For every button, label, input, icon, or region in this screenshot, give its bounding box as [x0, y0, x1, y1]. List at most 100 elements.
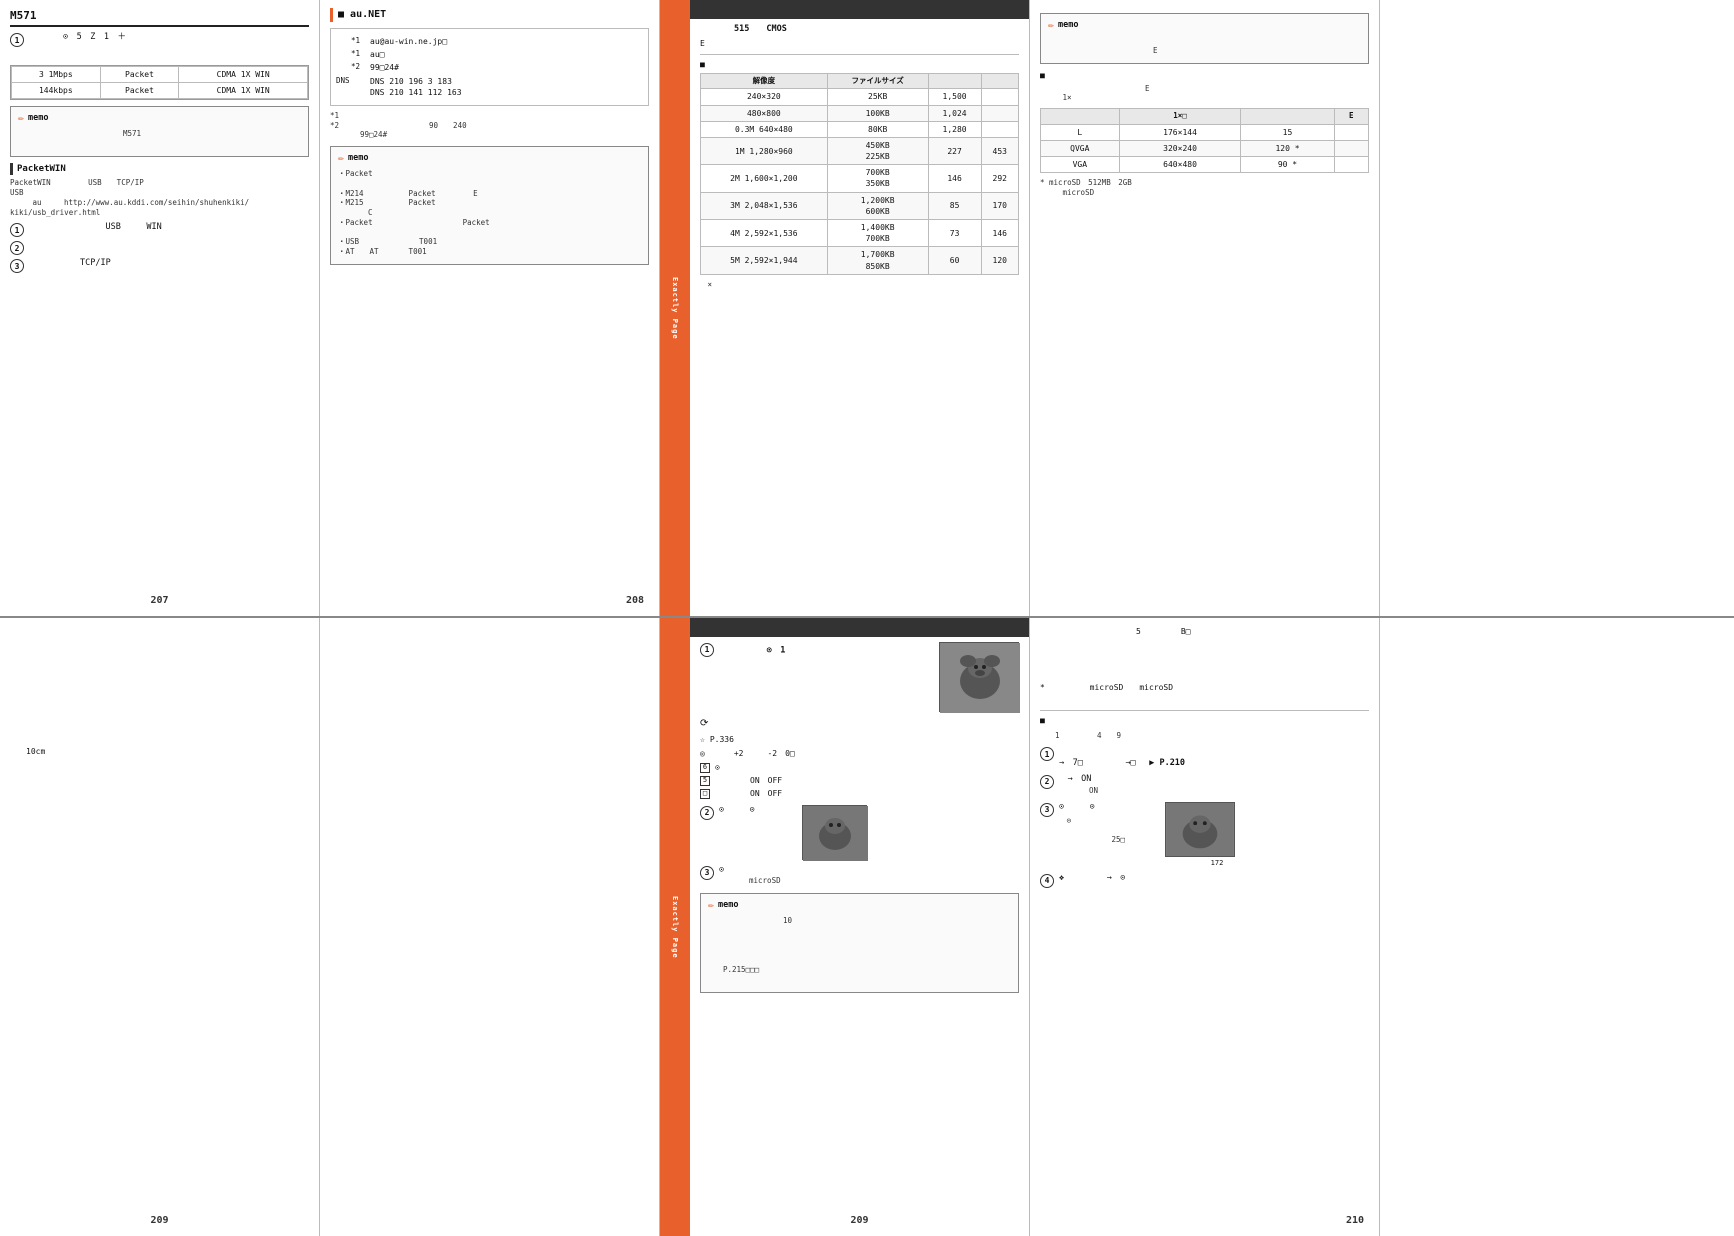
param-row-3: *2 99□24# — [336, 62, 643, 73]
th-val — [1241, 109, 1334, 125]
page-209: 209 — [150, 1214, 168, 1228]
onoff-5-text: ON OFF — [718, 775, 782, 786]
e-vga — [1334, 157, 1368, 173]
right-bottom-text — [1040, 206, 1369, 245]
top-center-left-section: ■ au.NET *1 au@au-win.ne.jp□ *1 au□ *2 9… — [320, 0, 660, 616]
size-l: 176×144 — [1119, 124, 1241, 140]
dog-image-2 — [802, 805, 867, 860]
memo-icon-right: ✏ — [1048, 19, 1054, 33]
br-num-4: 4 — [1040, 874, 1054, 888]
exposure-sym: ◎ — [700, 748, 705, 759]
right-section-label: ■ — [1040, 70, 1369, 81]
bottom-far-right-section — [1380, 618, 1734, 1236]
rotate-icon-row: ⟳ — [700, 717, 1019, 731]
camera-step-items: ⟳ ☆ P.336 ◎ +2 -2 0□ 6 ⊙ — [700, 717, 1019, 800]
br-step-3-text-wrap: ⊙ ⊙ ⊙ 25□ — [1059, 802, 1157, 869]
table-row: 2M 1,600×1,200 700KB350KB 146 292 — [701, 165, 1019, 192]
br-step-1-sub: → 7□ →□ — [1059, 758, 1144, 768]
step-3-text: TCP/IP — [29, 258, 145, 273]
setting-icon-row: ☆ P.336 — [700, 734, 1019, 745]
header-row: 解像度 ファイルサイズ — [701, 73, 1019, 89]
memo-box-right: ✏ memo E — [1040, 13, 1369, 64]
page-209-right: 209 — [850, 1214, 868, 1228]
connection-table: 3 1Mbps Packet CDMA 1X WIN 144kbps Packe… — [10, 65, 309, 100]
step-2-content: ⊙ ⊙ — [719, 805, 867, 860]
bottom-left-content: 10cm — [10, 626, 309, 866]
param-row-1: *1 au@au-win.ne.jp□ — [336, 36, 643, 47]
size-vga: 640×480 — [1119, 157, 1241, 173]
step-2-circle: 2 — [700, 806, 714, 820]
step-3-cam: 3 ⊙ microSD — [700, 865, 1019, 889]
br-step-1: 1 → 7□ →□ ▶ P.210 — [1040, 746, 1369, 770]
bottom-right-section-label: ■ — [1040, 715, 1369, 726]
cnt2-cell: 146 — [981, 220, 1018, 247]
speed-1: 3 1Mbps — [12, 66, 101, 82]
rotate-text — [713, 717, 825, 728]
bottom-far-right-content — [1390, 626, 1724, 830]
memo-icon-2: ✏ — [338, 152, 344, 166]
type-1: CDMA 1X WIN — [179, 66, 308, 82]
cnt2-cell: 120 — [981, 247, 1018, 274]
memo-title-2: ✏ memo — [338, 152, 641, 166]
memo-content-2: ・Packet ・M214 Packet E ・M215 Packet C ・P… — [338, 169, 641, 257]
dog-svg-2 — [803, 806, 868, 861]
cmos-title: 515 CMOS — [700, 24, 1019, 36]
camera-section-header — [690, 0, 1029, 19]
size-cell: 1,200KB600KB — [827, 192, 928, 219]
label-l: L — [1041, 124, 1120, 140]
num-5-sym: 5 — [700, 776, 710, 786]
br-step-3-content: ⊙ ⊙ ⊙ 25□ — [1059, 802, 1235, 869]
size-cell: 450KB225KB — [827, 137, 928, 164]
top-left-title: M571 — [10, 8, 309, 27]
br-step-1-text — [1059, 746, 1153, 756]
size-cell: 1,700KB850KB — [827, 247, 928, 274]
res-cell: 4M 2,592×1,536 — [701, 220, 828, 247]
th-size: ファイルサイズ — [827, 73, 928, 89]
size-cell: 25KB — [827, 89, 928, 105]
th-e: E — [1334, 109, 1368, 125]
res-cell: 1M 1,280×960 — [701, 137, 828, 164]
speed-2: 144kbps — [12, 83, 101, 99]
type-2: CDMA 1X WIN — [179, 83, 308, 99]
th-label — [1041, 109, 1120, 125]
br-step-4-text — [1059, 887, 1172, 897]
dns-2: DNS 210 141 112 163 — [370, 87, 462, 98]
step-2-text — [719, 816, 794, 825]
table-row: 5M 2,592×1,944 1,700KB850KB 60 120 — [701, 247, 1019, 274]
packetwin-desc: PacketWIN USB TCP/IP USB au http://www.a… — [10, 178, 309, 217]
step-3-text: microSD — [719, 876, 818, 885]
dns-1: DNS 210 196 3 183 — [370, 76, 462, 87]
bottom-row: 10cm — [0, 618, 1734, 1236]
page-210: 210 — [1346, 1214, 1364, 1228]
memo-icon-cam: ✏ — [708, 899, 714, 913]
memo-icon-1: ✏ — [18, 112, 24, 126]
page-container: M571 1 ⊙ 5 Z 1 ＋ 3 1Mbps Packet CDMA 1X … — [0, 0, 1734, 1236]
memo-content-1: M571 — [18, 129, 301, 149]
br-step-1-ref: ▶ P.210 — [1149, 758, 1185, 768]
e-l — [1334, 124, 1368, 140]
resolution-table-body: 240×320 25KB 1,500 480×800 100KB 1,024 0… — [701, 89, 1019, 274]
step-section-title: 1 ⊙ 1 — [700, 642, 828, 712]
step-1-circle: 1 — [700, 643, 714, 657]
res-cell: 2M 1,600×1,200 — [701, 165, 828, 192]
res-cell: 480×800 — [701, 105, 828, 121]
val-l: 15 — [1241, 124, 1334, 140]
memo-content-cam: 10 P.215□□□ — [708, 916, 1011, 984]
step-1-subtext — [22, 50, 309, 61]
br-num-3: 3 — [1040, 803, 1054, 817]
res-cell: 240×320 — [701, 89, 828, 105]
setting-text: P.336 — [710, 734, 814, 745]
resolution-table: 解像度 ファイルサイズ 240×320 25KB 1,500 480× — [700, 73, 1019, 275]
br-step-2: 2 → ON ON — [1040, 774, 1369, 798]
step-usb-text: USB WIN — [29, 222, 162, 237]
br-step-2-content: → ON ON — [1059, 774, 1166, 798]
num-1: 1 — [10, 223, 24, 237]
setting-sym: ☆ — [700, 734, 705, 745]
size-cell: 700KB350KB — [827, 165, 928, 192]
au-num: 99□24# — [370, 62, 399, 73]
au-url: au@au-win.ne.jp□ — [370, 36, 447, 47]
packet-2: Packet — [100, 83, 179, 99]
packet-1: Packet — [100, 66, 179, 82]
exposure-row: ◎ +2 -2 0□ — [700, 748, 1019, 759]
step-2-text — [29, 240, 174, 255]
